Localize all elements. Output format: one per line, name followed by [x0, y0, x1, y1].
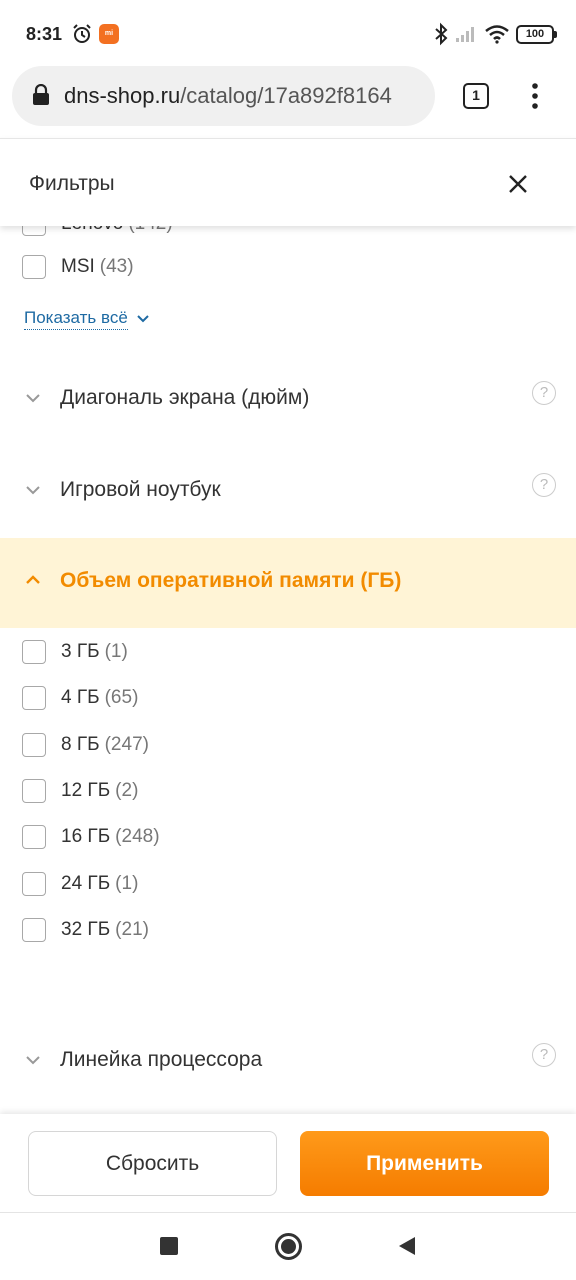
option-count: (248): [115, 826, 160, 847]
section-ram[interactable]: Объем оперативной памяти (ГБ): [0, 538, 576, 628]
option-label: 32 ГБ: [61, 919, 111, 940]
section-title: Объем оперативной памяти (ГБ): [60, 569, 402, 592]
status-time: 8:31: [26, 24, 63, 44]
chevron-up-icon: [26, 575, 40, 584]
browser-toolbar: dns-shop.ru/catalog/17a892f8164 1: [0, 66, 576, 138]
battery-indicator: 100: [516, 25, 557, 44]
address-bar[interactable]: dns-shop.ru/catalog/17a892f8164: [12, 66, 435, 126]
help-icon[interactable]: ?: [532, 473, 556, 497]
option-label: 16 ГБ: [61, 826, 111, 847]
ram-option[interactable]: 3 ГБ (1): [22, 639, 128, 665]
url-text: dns-shop.ru/catalog/17a892f8164: [64, 83, 434, 109]
help-icon[interactable]: ?: [532, 381, 556, 405]
option-label: 4 ГБ: [61, 687, 100, 708]
checkbox[interactable]: [22, 825, 46, 849]
alarm-clock-icon: [73, 24, 91, 43]
checkbox[interactable]: [22, 255, 46, 279]
checkbox[interactable]: [22, 779, 46, 803]
chevron-down-icon: [26, 394, 40, 403]
section-diagonal[interactable]: Диагональ экрана (дюйм) ?: [0, 354, 576, 444]
option-count: (2): [115, 780, 139, 801]
lock-icon: [33, 84, 49, 105]
option-label: MSI: [61, 256, 95, 277]
overflow-menu-icon[interactable]: [530, 82, 540, 110]
chevron-down-icon: [26, 486, 40, 495]
chevron-down-icon: [137, 315, 149, 323]
reset-button[interactable]: Сбросить: [28, 1131, 277, 1196]
cellular-signal-icon: [456, 27, 474, 42]
filter-action-bar: Сбросить Применить: [0, 1114, 576, 1212]
option-count: (142): [128, 226, 172, 235]
status-bar: 8:31 mi 100: [0, 0, 576, 66]
checkbox[interactable]: [22, 872, 46, 896]
wifi-icon: [485, 25, 509, 44]
option-count: (65): [104, 687, 139, 708]
option-count: (21): [115, 919, 149, 940]
option-label: 24 ГБ: [61, 873, 111, 894]
ram-option[interactable]: 24 ГБ (1): [22, 871, 138, 897]
section-title: Диагональ экрана (дюйм): [60, 386, 310, 409]
show-all-label: Показать всё: [24, 308, 128, 330]
brand-option-msi[interactable]: MSI (43): [22, 254, 134, 280]
ram-option[interactable]: 32 ГБ (21): [22, 917, 149, 943]
ram-option[interactable]: 16 ГБ (248): [22, 824, 160, 850]
close-icon[interactable]: [506, 172, 530, 196]
option-count: (247): [104, 734, 149, 755]
back-icon[interactable]: [397, 1235, 417, 1257]
apply-button[interactable]: Применить: [300, 1131, 549, 1196]
option-label: 8 ГБ: [61, 734, 100, 755]
checkbox[interactable]: [22, 640, 46, 664]
checkbox[interactable]: [22, 226, 46, 236]
option-count: (1): [104, 641, 128, 662]
section-title: Линейка процессора: [60, 1048, 263, 1071]
url-path: /catalog/17a892f8164: [180, 83, 392, 108]
ram-option[interactable]: 8 ГБ (247): [22, 732, 149, 758]
filter-list[interactable]: Lenovo (142) MSI (43) Показать всё Диаго…: [0, 226, 576, 1114]
recent-apps-icon[interactable]: [160, 1237, 178, 1255]
home-icon[interactable]: [275, 1233, 302, 1260]
help-icon[interactable]: ?: [532, 1043, 556, 1067]
chevron-down-icon: [26, 1056, 40, 1065]
option-count: (1): [115, 873, 139, 894]
filter-header: Фильтры: [0, 138, 576, 226]
app-notification-icon: mi: [99, 24, 119, 44]
section-gaming[interactable]: Игровой ноутбук ?: [0, 446, 576, 536]
option-label: 3 ГБ: [61, 641, 100, 662]
system-nav-bar: [0, 1212, 576, 1280]
tab-switcher-button[interactable]: 1: [463, 83, 489, 109]
option-label: 12 ГБ: [61, 780, 111, 801]
url-host: dns-shop.ru: [64, 83, 181, 108]
bluetooth-icon: [435, 22, 448, 46]
ram-option[interactable]: 4 ГБ (65): [22, 685, 138, 711]
option-label: Lenovo: [61, 226, 123, 235]
ram-option[interactable]: 12 ГБ (2): [22, 778, 138, 804]
section-cpu-line[interactable]: Линейка процессора ?: [0, 1016, 576, 1106]
show-all-link[interactable]: Показать всё: [24, 308, 150, 330]
checkbox[interactable]: [22, 686, 46, 710]
filter-title: Фильтры: [29, 172, 115, 195]
option-count: (43): [99, 256, 134, 277]
checkbox[interactable]: [22, 733, 46, 757]
brand-option-lenovo[interactable]: Lenovo (142): [22, 226, 173, 237]
section-title: Игровой ноутбук: [60, 478, 221, 501]
checkbox[interactable]: [22, 918, 46, 942]
